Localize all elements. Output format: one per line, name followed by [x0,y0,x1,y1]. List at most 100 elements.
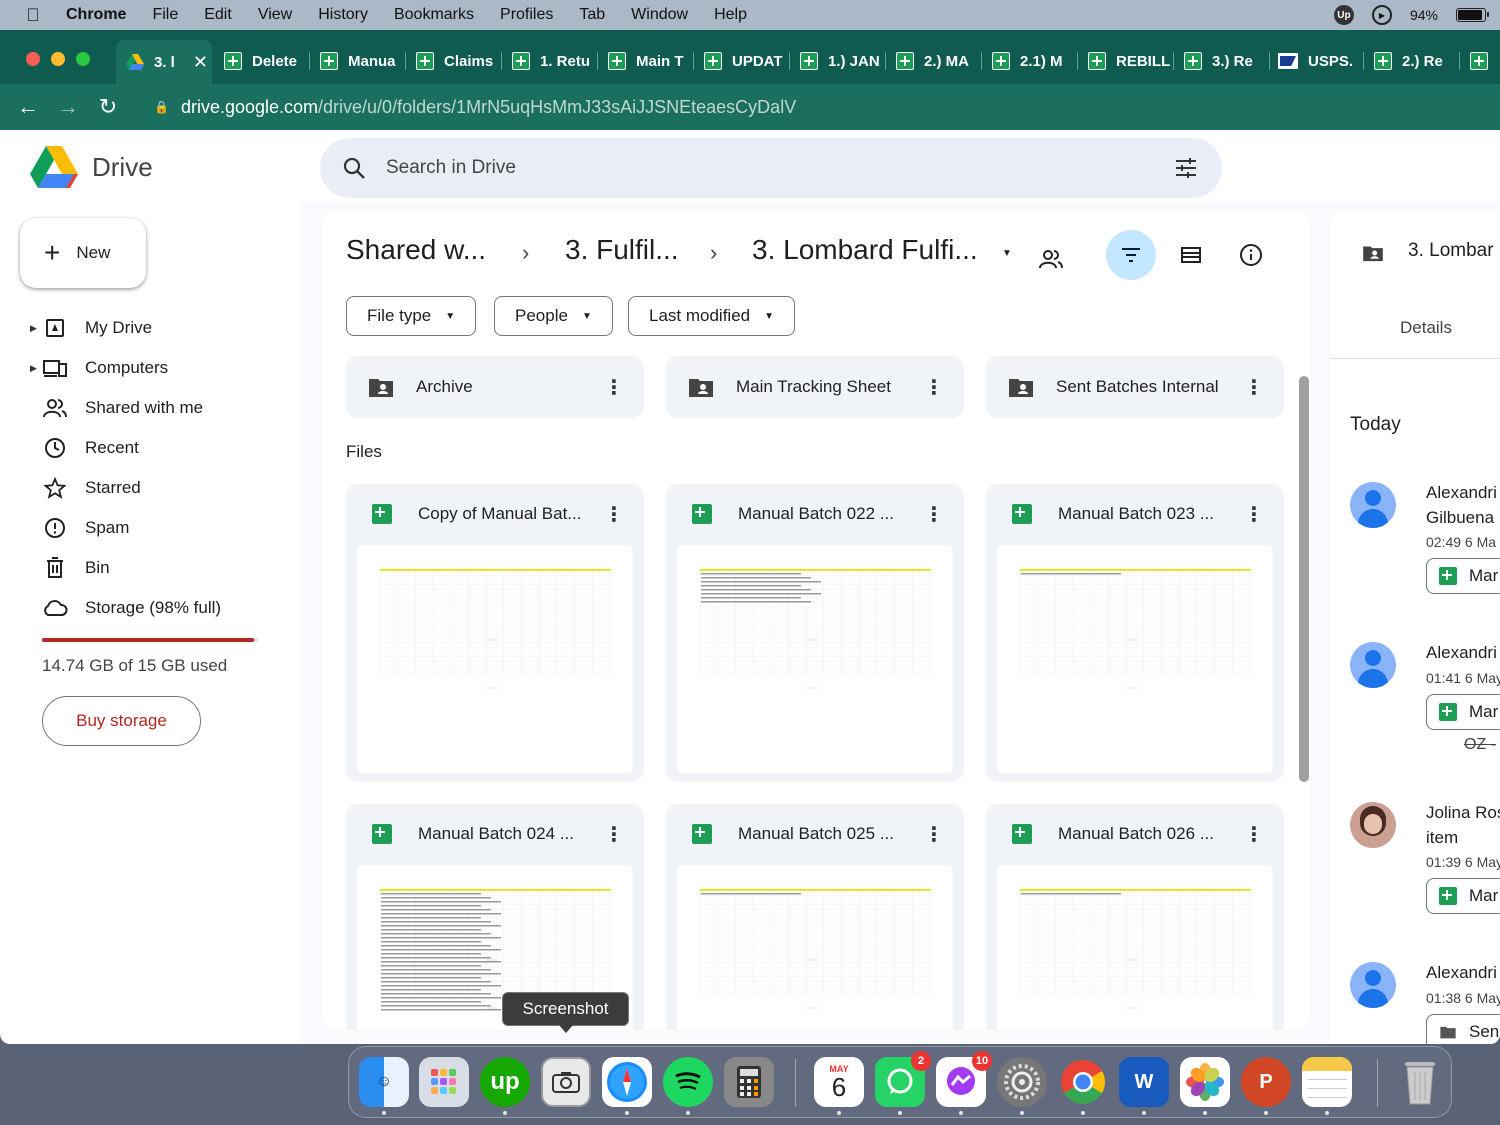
breadcrumb-fulfil[interactable]: 3. Fulfil... [565,234,679,266]
zoom-window-button[interactable] [76,52,90,66]
folder-menu-caret-icon[interactable]: ▼ [1002,248,1012,259]
tab-sheet[interactable]: Claims [406,44,502,78]
messenger-icon[interactable]: 10 [936,1051,992,1107]
more-options-icon[interactable]: ⋮ [604,502,624,527]
people-filter[interactable]: People ▼ [494,296,613,336]
upwork-icon[interactable]: up [480,1057,530,1107]
menu-history[interactable]: History [318,6,368,24]
lock-icon[interactable]: 🔒 [154,100,169,114]
notes-icon[interactable] [1302,1057,1352,1107]
more-options-icon[interactable]: ⋮ [604,375,624,400]
calendar-icon[interactable]: MAY 6 [814,1057,864,1107]
menu-help[interactable]: Help [714,6,747,24]
tab-sheet[interactable]: Main T [598,44,694,78]
sidebar-item-bin[interactable]: Bin [30,548,110,588]
file-card[interactable]: Manual Batch 022 ... ⋮ [666,484,964,782]
photos-icon[interactable] [1180,1057,1230,1107]
tab-sheet[interactable]: 1. Retu [502,44,598,78]
media-play-icon[interactable]: ▶ [1371,5,1392,25]
more-options-icon[interactable]: ⋮ [924,822,944,847]
screenshot-app-icon[interactable] [541,1057,591,1107]
activity-file-chip[interactable]: Mar [1426,878,1500,914]
activity-file-chip[interactable]: Mar [1426,558,1500,594]
tab-sheet[interactable]: Delete [214,44,310,78]
sidebar-item-shared-with-me[interactable]: Shared with me [30,388,203,428]
more-options-icon[interactable]: ⋮ [1244,502,1264,527]
reload-icon[interactable]: ↻ [88,94,128,120]
system-settings-icon[interactable] [997,1057,1047,1107]
avatar[interactable] [1350,802,1396,848]
calculator-icon[interactable] [724,1057,774,1107]
menu-file[interactable]: File [152,6,178,24]
search-options-icon[interactable] [1174,156,1198,180]
sidebar-item-recent[interactable]: Recent [30,428,139,468]
main-scrollbar[interactable] [1299,376,1309,782]
share-people-icon[interactable] [1026,234,1076,284]
tab-sheet[interactable]: 3.) Re [1174,44,1270,78]
battery-icon[interactable] [1456,8,1489,22]
last-modified-filter[interactable]: Last modified ▼ [628,296,796,336]
finder-icon[interactable]: ☺ [359,1057,409,1107]
sidebar-item-starred[interactable]: Starred [30,468,141,508]
whatsapp-icon[interactable]: 2 [875,1051,931,1107]
trash-icon[interactable] [1395,1057,1445,1107]
avatar[interactable] [1350,642,1396,688]
address-bar[interactable]: 🔒 drive.google.com/drive/u/0/folders/1Mr… [154,97,796,118]
activity-file-chip[interactable]: Mar [1426,694,1500,730]
more-options-icon[interactable]: ⋮ [924,502,944,527]
list-view-icon[interactable] [1166,230,1216,280]
launchpad-icon[interactable] [419,1057,469,1107]
folder-card[interactable]: Main Tracking Sheet ⋮ [666,356,964,418]
breadcrumb-current-folder[interactable]: 3. Lombard Fulfi... [752,234,978,266]
safari-icon[interactable] [602,1057,652,1107]
menu-profiles[interactable]: Profiles [500,6,553,24]
search-icon[interactable] [342,156,366,180]
file-card[interactable]: Manual Batch 025 ... ⋮ [666,804,964,1030]
upwork-status-icon[interactable]: Up [1333,5,1354,25]
microsoft-word-icon[interactable]: W [1119,1057,1169,1107]
search-bar[interactable]: Search in Drive [320,138,1222,198]
menu-app-name[interactable]: Chrome [66,6,126,24]
close-tab-icon[interactable]: ✕ [193,52,208,73]
menu-view[interactable]: View [258,6,292,24]
tab-sheet-overflow[interactable] [1460,44,1500,78]
menu-tab[interactable]: Tab [579,6,605,24]
more-options-icon[interactable]: ⋮ [1244,822,1264,847]
expand-caret-icon[interactable]: ▶ [30,363,42,374]
forward-arrow-icon[interactable]: → [48,94,88,120]
sidebar-item-my-drive[interactable]: ▶ My Drive [30,308,152,348]
folder-card[interactable]: Sent Batches Internal ⋮ [986,356,1284,418]
tab-sheet[interactable]: REBILL [1078,44,1174,78]
breadcrumb-shared[interactable]: Shared w... [346,234,486,266]
menu-edit[interactable]: Edit [204,6,232,24]
sidebar-item-storage[interactable]: Storage (98% full) [30,588,221,628]
tab-sheet[interactable]: 2.) MA [886,44,982,78]
tab-sheet[interactable]: Manua [310,44,406,78]
file-card[interactable]: Copy of Manual Bat... ⋮ [346,484,644,782]
tab-drive-active[interactable]: 3. l ✕ [116,40,212,84]
sidebar-item-computers[interactable]: ▶ Computers [30,348,168,388]
tab-sheet[interactable]: UPDAT [694,44,790,78]
tab-sheet[interactable]: 1.) JAN [790,44,886,78]
tab-details[interactable]: Details [1400,318,1452,338]
new-button[interactable]: + New [20,218,146,288]
filter-toggle-button[interactable] [1106,230,1156,280]
powerpoint-icon[interactable]: P [1241,1057,1291,1107]
more-options-icon[interactable]: ⋮ [1244,375,1264,400]
apple-menu-icon[interactable]:  [0,5,66,26]
search-input[interactable]: Search in Drive [386,157,516,179]
minimize-window-button[interactable] [51,52,65,66]
expand-caret-icon[interactable]: ▶ [30,323,42,334]
buy-storage-button[interactable]: Buy storage [42,696,201,746]
avatar[interactable] [1350,962,1396,1008]
tab-usps[interactable]: USPS. [1268,44,1364,78]
activity-folder-chip[interactable]: Sen [1426,1014,1500,1044]
close-window-button[interactable] [26,52,40,66]
info-icon[interactable] [1226,230,1276,280]
more-options-icon[interactable]: ⋮ [604,822,624,847]
sidebar-item-spam[interactable]: Spam [30,508,129,548]
folder-card[interactable]: Archive ⋮ [346,356,644,418]
back-arrow-icon[interactable]: ← [8,94,48,120]
chrome-icon[interactable] [1058,1057,1108,1107]
tab-sheet[interactable]: 2.) Re [1364,44,1460,78]
